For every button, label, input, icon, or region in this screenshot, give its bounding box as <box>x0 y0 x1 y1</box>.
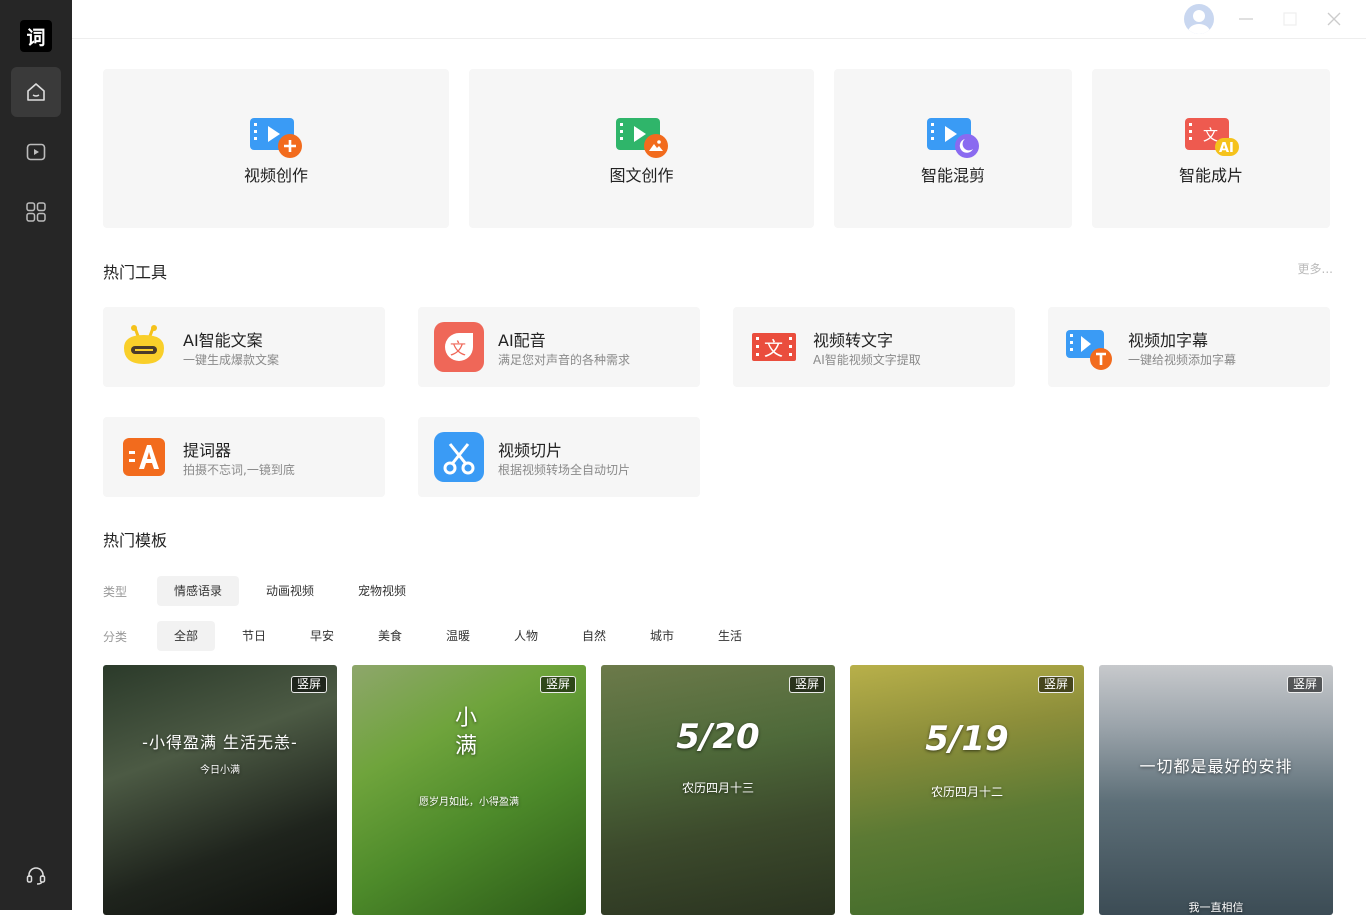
tool-name: 视频切片 <box>498 441 563 460</box>
card-smart-mix[interactable]: 智能混剪 <box>834 69 1072 228</box>
template-subtitle: 农历四月十二 <box>930 785 1003 799</box>
nav-apps[interactable] <box>11 187 61 237</box>
template-subtitle: 愿岁月如此，小得盈满 <box>419 797 519 808</box>
card-label: 图文创作 <box>609 166 674 185</box>
svg-text:AI: AI <box>1219 141 1234 156</box>
type-label: 类型 <box>103 585 128 599</box>
user-icon <box>1188 10 1210 34</box>
template-bottom-text: 我一直相信 <box>1188 901 1244 914</box>
nav-support[interactable] <box>11 850 61 900</box>
tool-ai-voiceover[interactable]: 文 AI配音 满足您对声音的各种需求 <box>418 307 700 387</box>
minimize-button[interactable] <box>1236 9 1256 29</box>
video-create-icon <box>250 118 302 158</box>
teleprompter-icon <box>123 438 165 476</box>
hot-tools-title: 热门工具 <box>103 263 168 282</box>
template-card[interactable]: 竖屏 一切都是最好的安排 我一直相信 <box>1099 665 1333 915</box>
ai-film-icon: 文 AI <box>1185 118 1239 156</box>
close-button[interactable] <box>1324 9 1344 29</box>
app-logo[interactable]: 词 <box>20 20 52 52</box>
tool-name: AI配音 <box>498 331 546 350</box>
nav-home[interactable] <box>11 67 61 117</box>
close-icon <box>1327 12 1341 26</box>
svg-text:文: 文 <box>764 338 783 360</box>
template-card[interactable]: 竖屏 小满 愿岁月如此，小得盈满 <box>352 665 586 915</box>
headset-icon <box>26 867 46 885</box>
category-chip-morning[interactable]: 早安 <box>298 621 346 651</box>
portrait-badge: 竖屏 <box>788 676 825 693</box>
tool-name: 视频加字幕 <box>1128 331 1209 350</box>
type-chip-pet[interactable]: 宠物视频 <box>345 576 419 606</box>
category-chip-nature[interactable]: 自然 <box>570 621 618 651</box>
scissors-icon <box>434 432 484 482</box>
tool-desc: 满足您对声音的各种需求 <box>498 353 631 367</box>
smart-mix-icon <box>927 118 979 158</box>
home-icon <box>27 83 45 101</box>
robot-icon <box>124 325 164 364</box>
maximize-button[interactable] <box>1280 9 1300 29</box>
template-title: 5/19 <box>925 719 1009 759</box>
hot-templates-title: 热门模板 <box>103 531 168 550</box>
svg-text:文: 文 <box>450 339 466 358</box>
category-chip-people[interactable]: 人物 <box>502 621 550 651</box>
main-content: 视频创作 图文创作 智能混剪 文 AI 智能成片 热门工具 更多... AI智能… <box>103 39 1333 915</box>
nav-video[interactable] <box>11 127 61 177</box>
template-title: 5/20 <box>676 717 760 757</box>
category-chip-life[interactable]: 生活 <box>706 621 754 651</box>
card-ai-film[interactable]: 文 AI 智能成片 <box>1092 69 1330 228</box>
type-chip-animation[interactable]: 动画视频 <box>253 576 327 606</box>
minimize-icon <box>1239 18 1253 20</box>
svg-text:文: 文 <box>1203 126 1218 144</box>
tool-desc: AI智能视频文字提取 <box>813 353 921 367</box>
category-label: 分类 <box>103 630 128 644</box>
card-label: 视频创作 <box>243 166 308 185</box>
maximize-icon <box>1283 12 1297 26</box>
tool-name: 提词器 <box>183 441 232 460</box>
card-label: 智能成片 <box>1178 166 1243 185</box>
template-card[interactable]: 竖屏 5/20 农历四月十三 <box>601 665 835 915</box>
template-subtitle: 今日小满 <box>200 765 240 776</box>
user-avatar[interactable] <box>1184 4 1214 34</box>
tool-desc: 拍摄不忘词,一镜到底 <box>183 463 295 477</box>
tool-ai-copywriting[interactable]: AI智能文案 一键生成爆款文案 <box>103 307 385 387</box>
tool-video-to-text[interactable]: 文 视频转文字 AI智能视频文字提取 <box>733 307 1015 387</box>
sidebar: 词 <box>0 0 72 910</box>
template-card[interactable]: 竖屏 5/19 农历四月十二 <box>850 665 1084 915</box>
portrait-badge: 竖屏 <box>1286 676 1323 693</box>
title-bar <box>72 0 1366 39</box>
card-image-text-create[interactable]: 图文创作 <box>469 69 814 228</box>
card-video-create[interactable]: 视频创作 <box>103 69 449 228</box>
tool-name: AI智能文案 <box>183 331 263 350</box>
template-subtitle: 农历四月十三 <box>681 781 754 795</box>
more-link[interactable]: 更多... <box>1298 260 1333 277</box>
portrait-badge: 竖屏 <box>1037 676 1074 693</box>
tool-video-slice[interactable]: 视频切片 根据视频转场全自动切片 <box>418 417 700 497</box>
tool-name: 视频转文字 <box>813 331 894 350</box>
tool-desc: 一键给视频添加字幕 <box>1128 353 1237 367</box>
template-title: 小满 <box>454 706 477 759</box>
portrait-badge: 竖屏 <box>539 676 576 693</box>
tool-teleprompter[interactable]: 提词器 拍摄不忘词,一镜到底 <box>103 417 385 497</box>
tool-video-subtitle[interactable]: 视频加字幕 一键给视频添加字幕 <box>1048 307 1330 387</box>
apps-grid-icon <box>26 202 46 222</box>
video-play-icon <box>26 143 46 161</box>
category-chip-city[interactable]: 城市 <box>638 621 686 651</box>
tool-desc: 一键生成爆款文案 <box>183 353 280 367</box>
type-chip-emotion[interactable]: 情感语录 <box>157 576 239 606</box>
image-text-create-icon <box>615 118 668 158</box>
tool-desc: 根据视频转场全自动切片 <box>498 463 631 477</box>
category-chip-all[interactable]: 全部 <box>157 621 215 651</box>
video-subtitle-icon <box>1066 330 1112 370</box>
category-chip-food[interactable]: 美食 <box>366 621 414 651</box>
category-chip-festival[interactable]: 节日 <box>230 621 278 651</box>
template-card[interactable]: 竖屏 -小得盈满 生活无恙- 今日小满 <box>103 665 337 915</box>
template-title: -小得盈满 生活无恙- <box>142 733 298 752</box>
category-chip-warm[interactable]: 温暖 <box>434 621 482 651</box>
video-to-text-icon: 文 <box>752 333 796 361</box>
portrait-badge: 竖屏 <box>290 676 327 693</box>
card-label: 智能混剪 <box>920 166 985 185</box>
template-title: 一切都是最好的安排 <box>1139 757 1293 776</box>
voice-text-icon: 文 <box>434 322 484 372</box>
